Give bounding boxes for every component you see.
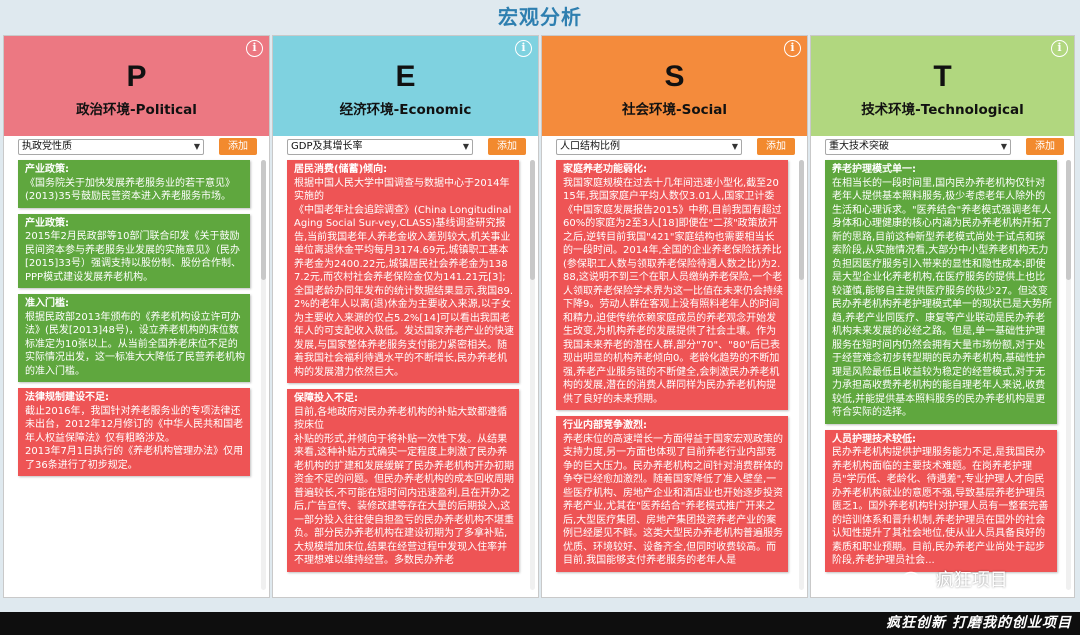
- add-button[interactable]: 添加: [488, 138, 526, 155]
- factor-card[interactable]: 家庭养老功能弱化: 我国家庭规模在过去十几年间迅速小型化,截至2015年,我国家…: [556, 160, 788, 410]
- column-technological: i T 技术环境-Technological 重大技术突破 ▼ 添加 养老护理模…: [810, 35, 1075, 598]
- factor-select-value: GDP及其增长率: [291, 141, 363, 152]
- card-body: 民办养老机构提供护理服务能力不足,是我国民办养老机构面临的主要技术难题。在岗养老…: [832, 447, 1049, 566]
- column-political: i P 政治环境-Political 执政党性质 ▼ 添加 产业政策: 《国务院…: [3, 35, 270, 598]
- factor-select-value: 执政党性质: [22, 141, 72, 152]
- column-subtitle: 技术环境-Technological: [861, 102, 1024, 118]
- factor-select[interactable]: GDP及其增长率 ▼: [287, 139, 473, 155]
- info-icon[interactable]: i: [515, 40, 532, 57]
- info-icon[interactable]: i: [1051, 40, 1068, 57]
- watermark: 疯狂项目: [902, 566, 1008, 594]
- column-header-social: i S 社会环境-Social: [542, 36, 807, 136]
- column-letter: T: [933, 60, 952, 93]
- factor-card[interactable]: 人员护理技术较低: 民办养老机构提供护理服务能力不足,是我国民办养老机构面临的主…: [825, 429, 1057, 572]
- card-title: 养老护理模式单一:: [832, 164, 916, 175]
- chevron-down-icon: ▼: [462, 142, 469, 151]
- scrollbar-thumb[interactable]: [799, 160, 804, 280]
- card-title: 居民消费(储蓄)倾向:: [294, 164, 388, 175]
- factor-card[interactable]: 居民消费(储蓄)倾向: 根据中国人民大学中国调查与数据中心于2014年实施的 《…: [287, 160, 519, 383]
- add-button[interactable]: 添加: [757, 138, 795, 155]
- factor-select[interactable]: 执政党性质 ▼: [18, 139, 204, 155]
- column-subtitle: 社会环境-Social: [622, 102, 727, 118]
- card-list: 居民消费(储蓄)倾向: 根据中国人民大学中国调查与数据中心于2014年实施的 《…: [287, 160, 519, 578]
- card-title: 行业内部竞争激烈:: [563, 420, 647, 431]
- scrollbar[interactable]: [1066, 160, 1071, 590]
- add-button[interactable]: 添加: [1026, 138, 1064, 155]
- scrollbar-thumb[interactable]: [1066, 160, 1071, 280]
- card-title: 保障投入不足:: [294, 393, 358, 404]
- column-header-political: i P 政治环境-Political: [4, 36, 269, 136]
- info-icon[interactable]: i: [246, 40, 263, 57]
- column-header-economic: i E 经济环境-Economic: [273, 36, 538, 136]
- chevron-down-icon: ▼: [1000, 142, 1007, 151]
- card-body: 养老床位的高速增长一方面得益于国家宏观政策的支持力度,另一方面也体现了目前养老行…: [563, 433, 783, 567]
- factor-card[interactable]: 准入门槛: 根据民政部2013年颁布的《养老机构设立许可办法》(民发[2013]…: [18, 294, 250, 382]
- column-letter: E: [395, 60, 416, 93]
- column-subtitle: 政治环境-Political: [76, 102, 197, 118]
- column-economic: i E 经济环境-Economic GDP及其增长率 ▼ 添加 居民消费(储蓄)…: [272, 35, 539, 598]
- scrollbar-thumb[interactable]: [261, 160, 266, 280]
- wechat-icon: [902, 571, 926, 589]
- factor-card[interactable]: 保障投入不足: 目前,各地政府对民办养老机构的补贴大致都遵循按床位 补贴的形式,…: [287, 389, 519, 572]
- column-subtitle: 经济环境-Economic: [339, 102, 472, 118]
- scrollbar[interactable]: [799, 160, 804, 590]
- column-header-technological: i T 技术环境-Technological: [811, 36, 1074, 136]
- card-body: 目前,各地政府对民办养老机构的补贴大致都遵循按床位 补贴的形式,并倾向于将补贴一…: [294, 406, 514, 567]
- chevron-down-icon: ▼: [731, 142, 738, 151]
- factor-card[interactable]: 行业内部竞争激烈: 养老床位的高速增长一方面得益于国家宏观政策的支持力度,另一方…: [556, 416, 788, 572]
- column-toolbar: 重大技术突破 ▼ 添加: [825, 138, 1064, 155]
- factor-select-value: 人口结构比例: [560, 141, 620, 152]
- card-title: 产业政策:: [25, 217, 69, 229]
- card-title: 家庭养老功能弱化:: [563, 164, 647, 175]
- column-toolbar: 人口结构比例 ▼ 添加: [556, 138, 795, 155]
- page-title: 宏观分析: [498, 5, 582, 29]
- factor-card[interactable]: 产业政策: 《国务院关于加快发展养老服务业的若干意见》(2013)35号鼓励民营…: [18, 160, 250, 208]
- column-letter: S: [664, 60, 685, 93]
- card-list: 家庭养老功能弱化: 我国家庭规模在过去十几年间迅速小型化,截至2015年,我国家…: [556, 160, 788, 578]
- factor-select[interactable]: 重大技术突破 ▼: [825, 139, 1011, 155]
- column-toolbar: GDP及其增长率 ▼ 添加: [287, 138, 526, 155]
- column-toolbar: 执政党性质 ▼ 添加: [18, 138, 257, 155]
- card-body: 截止2016年，我国针对养老服务业的专项法律还未出台，2012年12月修订的《中…: [25, 405, 244, 471]
- card-body: 我国家庭规模在过去十几年间迅速小型化,截至2015年,我国家庭户平均人数仅3.0…: [563, 177, 783, 405]
- factor-card[interactable]: 法律规制建设不足: 截止2016年，我国针对养老服务业的专项法律还未出台，201…: [18, 388, 250, 476]
- card-body: 2015年2月民政部等10部门联合印发《关于鼓励民间资本参与养老服务业发展的实施…: [25, 231, 241, 283]
- footer-bar: 疯狂创新 打磨我的创业项目: [0, 612, 1080, 635]
- scrollbar[interactable]: [261, 160, 266, 590]
- card-body: 在相当长的一段时间里,国内民办养老机构仅针对老年人提供基本照料服务,极少考虑老年…: [832, 177, 1052, 419]
- footer-slogan: 疯狂创新 打磨我的创业项目: [886, 615, 1072, 631]
- watermark-text: 疯狂项目: [935, 570, 1008, 591]
- card-body: 根据中国人民大学中国调查与数据中心于2014年实施的 《中国老年社会追踪调查》(…: [294, 177, 514, 378]
- card-title: 产业政策:: [25, 164, 69, 175]
- card-title: 准入门槛:: [25, 298, 69, 309]
- factor-select-value: 重大技术突破: [829, 141, 889, 152]
- card-title: 法律规制建设不足:: [25, 392, 109, 403]
- factor-card[interactable]: 养老护理模式单一: 在相当长的一段时间里,国内民办养老机构仅针对老年人提供基本照…: [825, 160, 1057, 424]
- card-body: 《国务院关于加快发展养老服务业的若干意见》(2013)35号鼓励民营资本进入养老…: [25, 177, 235, 203]
- add-button[interactable]: 添加: [219, 138, 257, 155]
- factor-card[interactable]: 产业政策: 2015年2月民政部等10部门联合印发《关于鼓励民间资本参与养老服务…: [18, 213, 250, 288]
- info-icon[interactable]: i: [784, 40, 801, 57]
- card-body: 根据民政部2013年颁布的《养老机构设立许可办法》(民发[2013]48号)，设…: [25, 311, 245, 377]
- card-list: 产业政策: 《国务院关于加快发展养老服务业的若干意见》(2013)35号鼓励民营…: [18, 160, 250, 482]
- column-social: i S 社会环境-Social 人口结构比例 ▼ 添加 家庭养老功能弱化: 我国…: [541, 35, 808, 598]
- pest-board: i P 政治环境-Political 执政党性质 ▼ 添加 产业政策: 《国务院…: [3, 35, 1077, 598]
- chevron-down-icon: ▼: [193, 142, 200, 151]
- scrollbar-thumb[interactable]: [530, 160, 535, 280]
- card-title: 人员护理技术较低:: [832, 433, 916, 445]
- scrollbar[interactable]: [530, 160, 535, 590]
- card-list: 养老护理模式单一: 在相当长的一段时间里,国内民办养老机构仅针对老年人提供基本照…: [825, 160, 1057, 578]
- column-letter: P: [126, 60, 147, 93]
- factor-select[interactable]: 人口结构比例 ▼: [556, 139, 742, 155]
